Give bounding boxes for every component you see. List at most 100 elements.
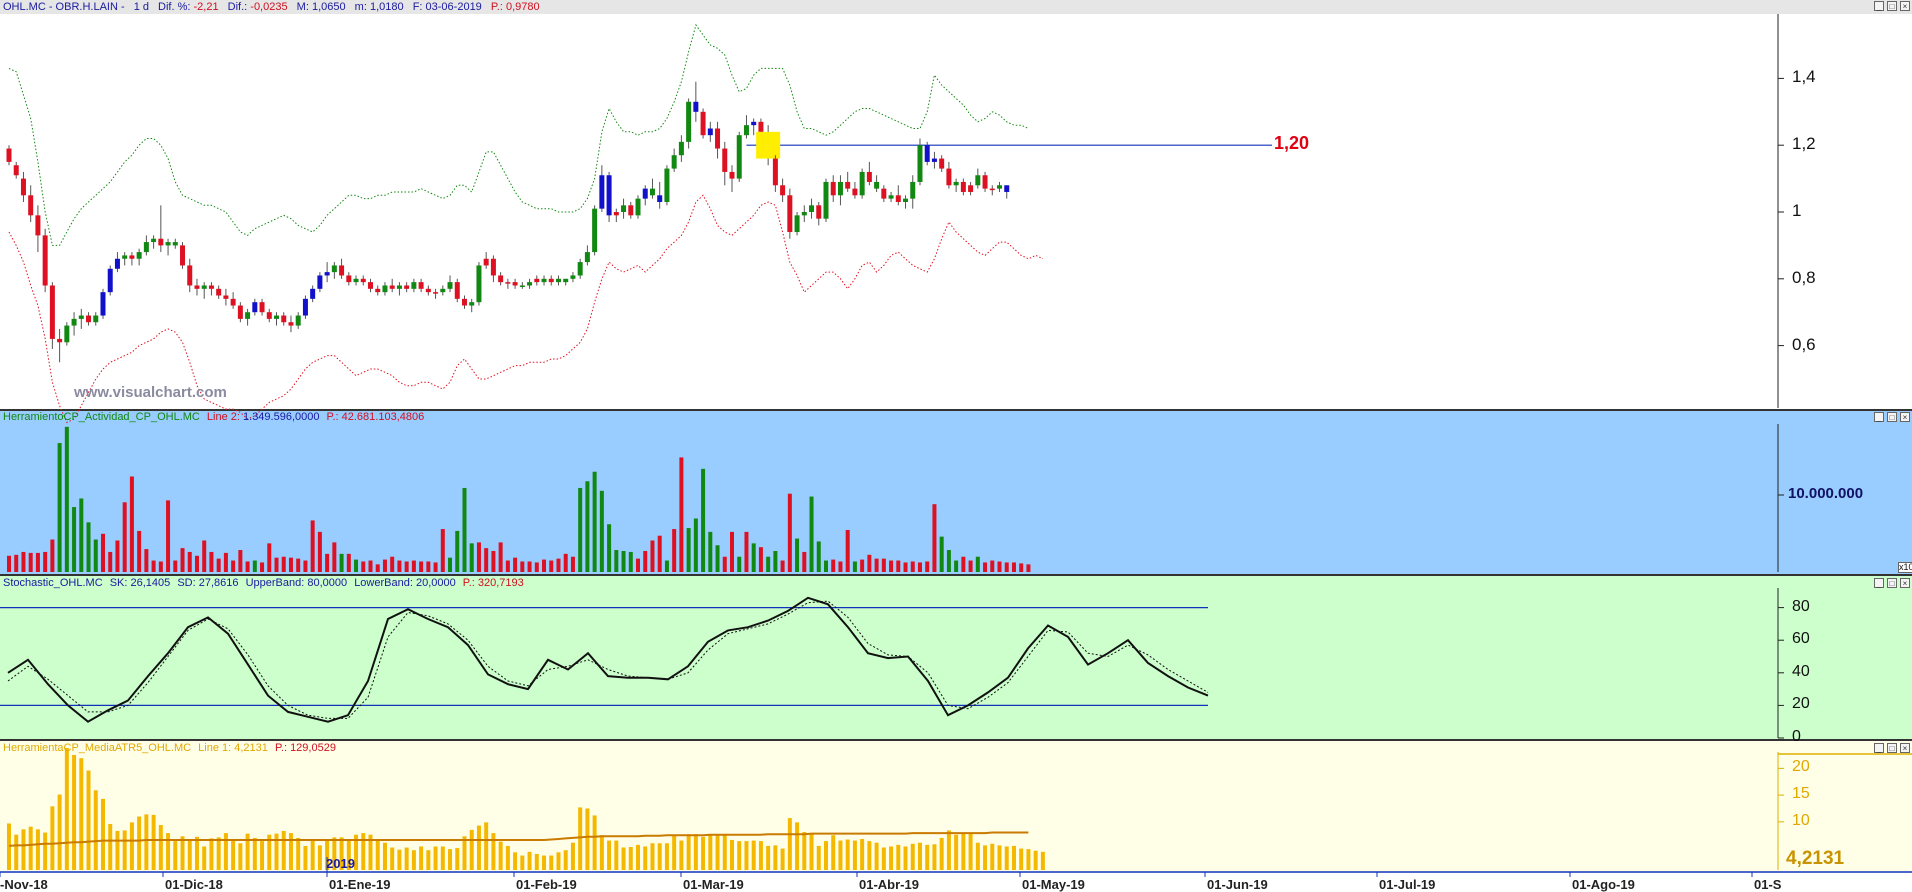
volume-bar	[1019, 563, 1024, 572]
atr-bar	[79, 758, 84, 870]
atr-bar	[621, 847, 626, 870]
maximize-icon[interactable]: □	[1887, 578, 1897, 588]
atr-bar	[527, 851, 532, 870]
atr-bar	[108, 823, 113, 870]
atr-bar	[202, 846, 207, 870]
volume-bar	[50, 539, 55, 572]
maximize-icon[interactable]: □	[1887, 412, 1897, 422]
lowerband-value: 20,0000	[415, 577, 456, 589]
atr-bar	[310, 840, 315, 870]
volume-bar	[166, 500, 171, 572]
candle-body	[592, 208, 598, 253]
atr-bar	[968, 833, 973, 870]
candle-body	[281, 315, 287, 323]
atr-bar	[751, 840, 756, 870]
atr-bar	[939, 837, 944, 870]
close-icon[interactable]: ×	[1900, 578, 1910, 588]
candle-body	[172, 242, 178, 246]
atr-bar	[1026, 849, 1031, 870]
close-icon[interactable]: ×	[1900, 743, 1910, 753]
volume-bar	[411, 560, 416, 572]
atr-bar	[563, 850, 568, 870]
volume-bar	[758, 547, 763, 572]
volume-bar	[14, 554, 19, 572]
volume-bar	[983, 562, 988, 572]
volume-bar	[910, 561, 915, 572]
candle-body	[787, 195, 793, 233]
volume-bar	[896, 560, 901, 572]
candle-body	[93, 315, 99, 323]
atr-bar	[115, 830, 120, 870]
volume-bar	[375, 564, 380, 572]
volume-bar	[650, 540, 655, 572]
volume-bar	[187, 551, 192, 572]
atr-bar	[469, 829, 474, 870]
volume-bar	[122, 502, 127, 572]
atr-bar	[216, 837, 221, 870]
min-label: m:	[354, 1, 367, 13]
volume-bar	[636, 558, 641, 572]
volume-bar	[144, 549, 149, 572]
atr-bar	[513, 852, 518, 870]
atr-bar	[664, 843, 669, 870]
minimize-icon[interactable]: _	[1874, 412, 1884, 422]
volume-line-value: 1.349.596,0000	[243, 411, 320, 423]
candle-body	[512, 282, 518, 286]
candle-body	[794, 215, 800, 233]
candle-body	[649, 188, 655, 196]
candle-body	[606, 175, 612, 216]
close-icon[interactable]: ×	[1900, 412, 1910, 422]
volume-bar	[325, 553, 330, 572]
candle-body	[555, 278, 561, 283]
atr-bar	[932, 844, 937, 870]
atr-bar	[498, 841, 503, 870]
volume-bar	[245, 561, 250, 572]
candle-body	[252, 302, 258, 313]
minimize-icon[interactable]: _	[1874, 578, 1884, 588]
atr-bar	[288, 833, 293, 870]
volume-bar	[310, 520, 315, 572]
candle-body	[288, 322, 294, 326]
atr-bar	[715, 835, 720, 870]
minimize-icon[interactable]: _	[1874, 743, 1884, 753]
atr-bar	[954, 834, 959, 870]
candle-body	[339, 265, 345, 276]
minimize-icon[interactable]: _	[1874, 1, 1884, 11]
candle-body	[187, 265, 193, 286]
upperband-label: UpperBand:	[245, 577, 305, 589]
volume-bar	[260, 562, 265, 572]
candle-body	[563, 278, 569, 283]
atr-bar	[679, 840, 684, 870]
volume-bar	[708, 531, 713, 572]
volume-bar	[158, 561, 163, 572]
candle-body	[368, 282, 373, 289]
volume-line-label: Line 2:	[206, 411, 240, 423]
candle-body	[136, 252, 142, 259]
maximize-icon[interactable]: □	[1887, 743, 1897, 753]
atr-bar	[599, 835, 604, 870]
atr-bar	[64, 748, 69, 870]
volume-bar	[534, 562, 539, 572]
atr-bar	[93, 790, 98, 870]
close-icon[interactable]: ×	[1900, 1, 1910, 11]
volume-bar	[614, 550, 619, 572]
volume-bar	[440, 529, 445, 572]
volume-bar	[549, 560, 554, 572]
atr-bar	[708, 834, 713, 870]
candle-body	[158, 238, 164, 246]
candle-body	[628, 205, 634, 216]
candle-body	[266, 312, 272, 319]
sk-label: SK:	[109, 577, 128, 589]
volume-bar	[773, 550, 778, 572]
maximize-icon[interactable]: □	[1887, 1, 1897, 11]
atr-bar	[100, 798, 105, 870]
volume-bar	[1011, 562, 1016, 572]
atr-bar	[672, 835, 677, 870]
volume-bar	[643, 550, 648, 572]
atr-bar	[137, 816, 142, 870]
atr-bar	[628, 846, 633, 870]
candle-body	[310, 288, 316, 299]
atr-bar	[925, 844, 930, 870]
candle-body	[722, 148, 728, 172]
candle-body	[989, 188, 995, 191]
